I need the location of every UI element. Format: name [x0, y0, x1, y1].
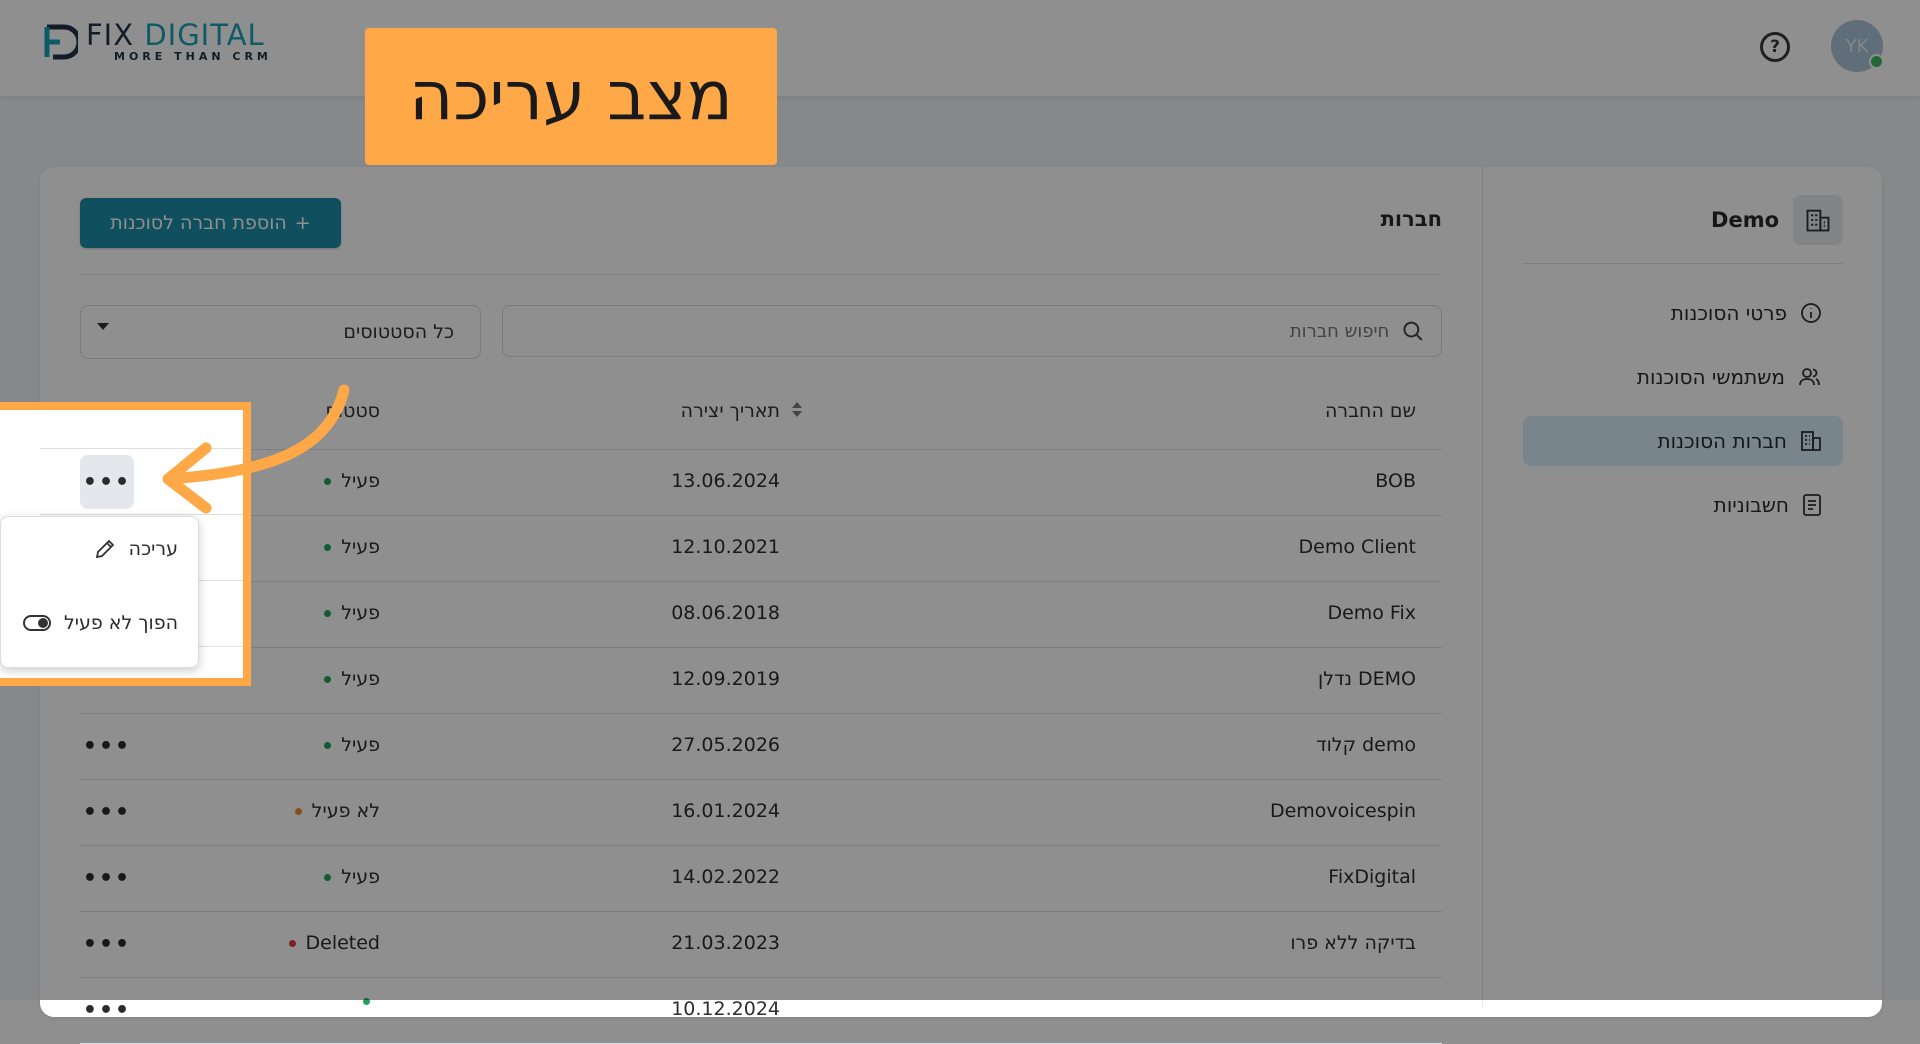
- creation-date: 10.12.2024: [671, 998, 780, 1020]
- tutorial-overlay: ••• עריכה הפוך לא פעיל מצב עריכה: [0, 0, 1920, 1000]
- callout-arrow-icon: [162, 384, 350, 514]
